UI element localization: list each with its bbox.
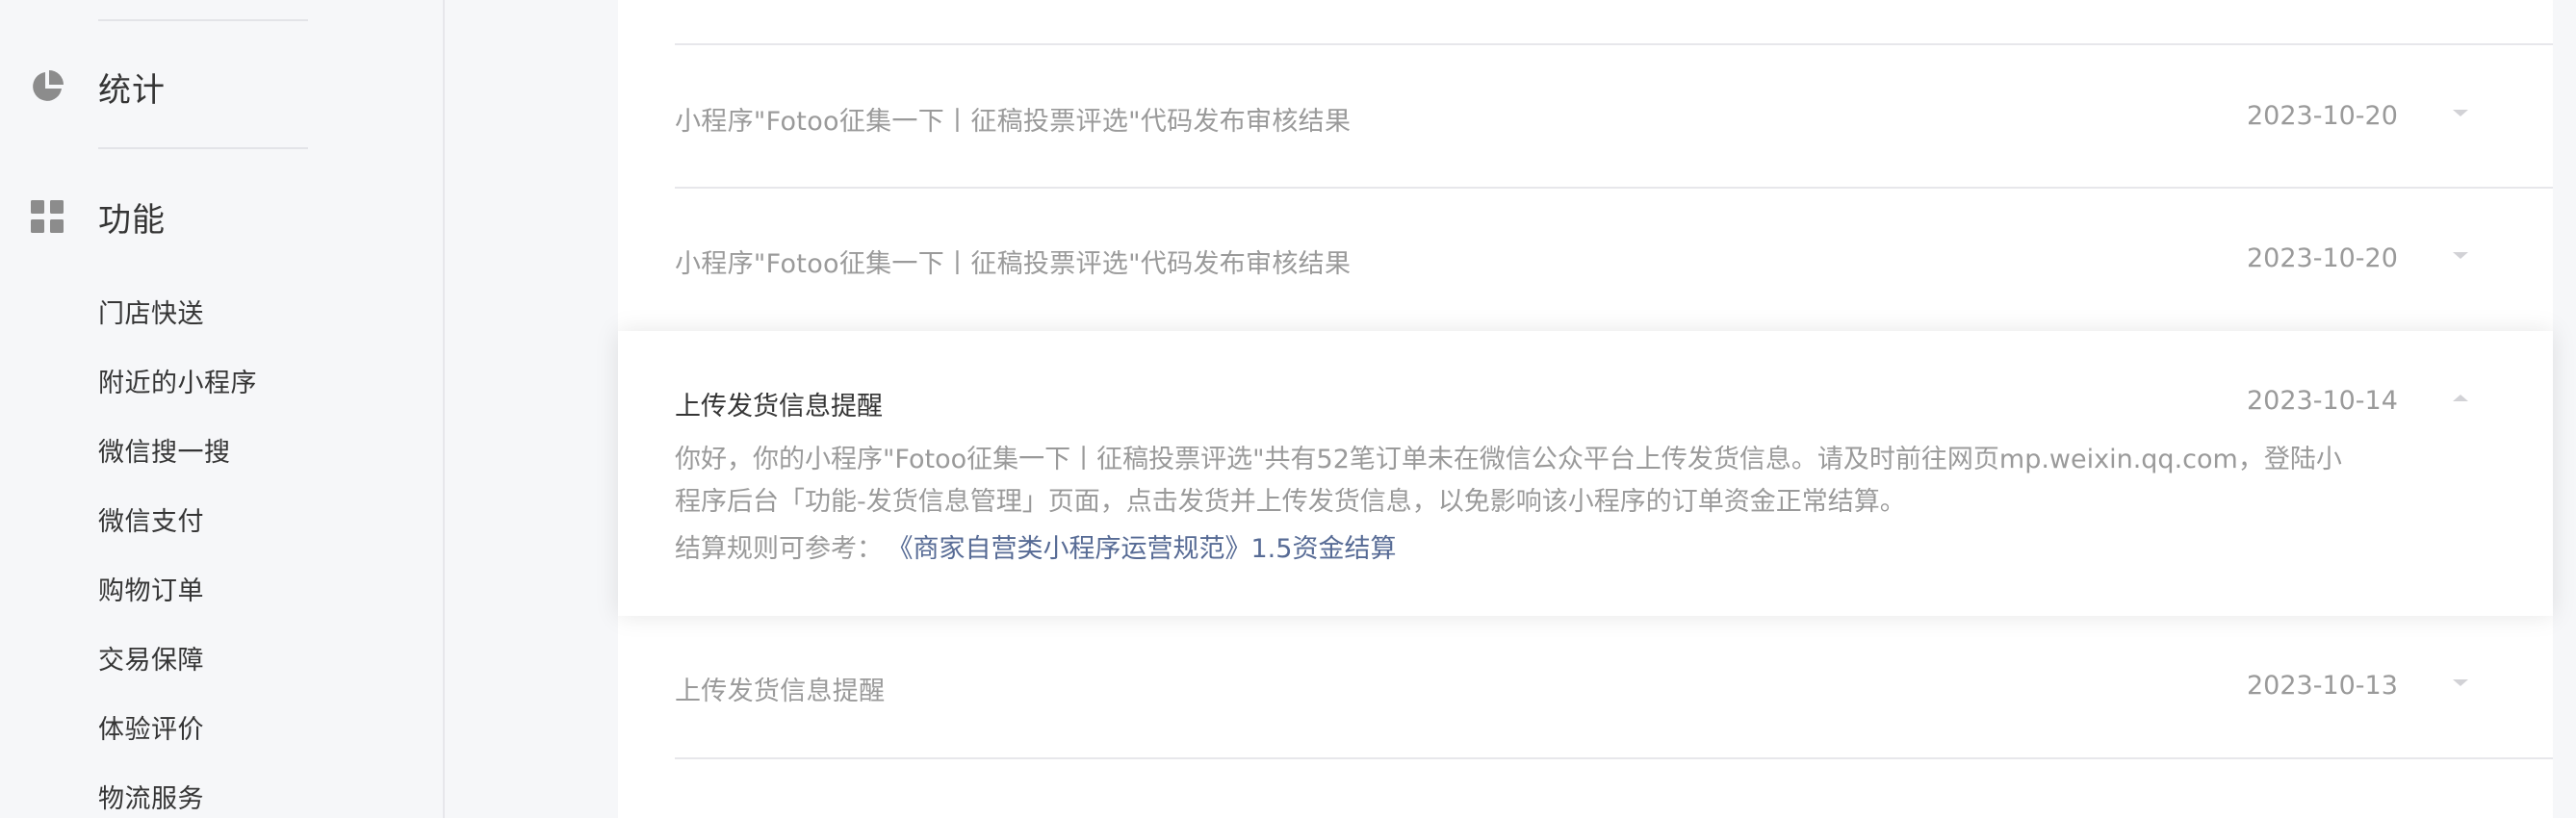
sidebar-item-wechat-pay[interactable]: 微信支付 bbox=[98, 500, 204, 538]
message-row[interactable]: 小程序"Fotoo征集一下丨征稿投票评选"代码发布审核结果 2023-10-20 bbox=[618, 46, 2553, 189]
message-body-line: 程序后台「功能-发货信息管理」页面，点击发货并上传发货信息，以免影响该小程序的订… bbox=[675, 487, 1906, 517]
message-date: 2023-10-20 bbox=[2247, 243, 2398, 273]
sidebar-section-label: 统计 bbox=[98, 70, 166, 110]
reference-line: 结算规则可参考： 《商家自营类小程序运营规范》1.5资金结算 bbox=[675, 527, 1396, 565]
message-row[interactable]: 小程序"Fotoo征集一下丨征稿投票评选"代码发布审核结果 2023-10-20 bbox=[618, 189, 2553, 331]
message-title[interactable]: 上传发货信息提醒 bbox=[675, 385, 883, 422]
row-divider bbox=[675, 757, 2553, 759]
chevron-down-icon[interactable] bbox=[2453, 679, 2468, 686]
message-title[interactable]: 上传发货信息提醒 bbox=[675, 670, 885, 707]
message-body: 你好，你的小程序"Fotoo征集一下丨征稿投票评选"共有52笔订单未在微信公众平… bbox=[675, 439, 2398, 524]
row-divider bbox=[675, 43, 2553, 45]
message-row[interactable]: 上传发货信息提醒 2023-10-13 bbox=[618, 616, 2553, 760]
sidebar-item-shopping-orders[interactable]: 购物订单 bbox=[98, 570, 204, 607]
message-title[interactable]: 小程序"Fotoo征集一下丨征稿投票评选"代码发布审核结果 bbox=[675, 243, 1351, 280]
sidebar-item-trade-protection[interactable]: 交易保障 bbox=[98, 639, 204, 677]
message-date: 2023-10-13 bbox=[2247, 671, 2398, 701]
sidebar: 统计 功能 门店快送 附近的小程序 微信搜一搜 微信支付 购物订单 交易保障 体… bbox=[0, 0, 445, 818]
sidebar-divider bbox=[98, 19, 308, 21]
chevron-down-icon[interactable] bbox=[2453, 252, 2468, 259]
grid-icon bbox=[29, 198, 65, 235]
message-list: 小程序"Fotoo征集一下丨征稿投票评选"代码发布审核结果 2023-10-20… bbox=[618, 0, 2553, 818]
sidebar-section-statistics[interactable]: 统计 bbox=[0, 53, 443, 120]
chevron-down-icon[interactable] bbox=[2453, 110, 2468, 116]
sidebar-item-nearby-miniprogram[interactable]: 附近的小程序 bbox=[98, 362, 257, 399]
sidebar-item-store-delivery[interactable]: 门店快送 bbox=[98, 293, 204, 330]
sidebar-item-wechat-search[interactable]: 微信搜一搜 bbox=[98, 431, 231, 469]
message-body-line: 你好，你的小程序"Fotoo征集一下丨征稿投票评选"共有52笔订单未在微信公众平… bbox=[675, 445, 2342, 474]
pie-chart-icon bbox=[29, 68, 65, 105]
message-title[interactable]: 小程序"Fotoo征集一下丨征稿投票评选"代码发布审核结果 bbox=[675, 100, 1351, 138]
regulation-link[interactable]: 《商家自营类小程序运营规范》1.5资金结算 bbox=[900, 534, 1396, 564]
sidebar-section-label: 功能 bbox=[98, 200, 166, 240]
message-date: 2023-10-14 bbox=[2247, 386, 2398, 416]
sidebar-item-experience-rating[interactable]: 体验评价 bbox=[98, 708, 204, 746]
sidebar-section-features[interactable]: 功能 bbox=[0, 183, 443, 250]
sidebar-divider bbox=[98, 147, 308, 149]
list-item bbox=[618, 0, 2553, 46]
message-row-expanded[interactable]: 上传发货信息提醒 2023-10-14 你好，你的小程序"Fotoo征集一下丨征… bbox=[618, 331, 2553, 616]
sidebar-item-logistics[interactable]: 物流服务 bbox=[98, 778, 204, 815]
reference-label: 结算规则可参考： bbox=[675, 534, 883, 564]
message-date: 2023-10-20 bbox=[2247, 101, 2398, 131]
chevron-up-icon[interactable] bbox=[2453, 395, 2468, 401]
